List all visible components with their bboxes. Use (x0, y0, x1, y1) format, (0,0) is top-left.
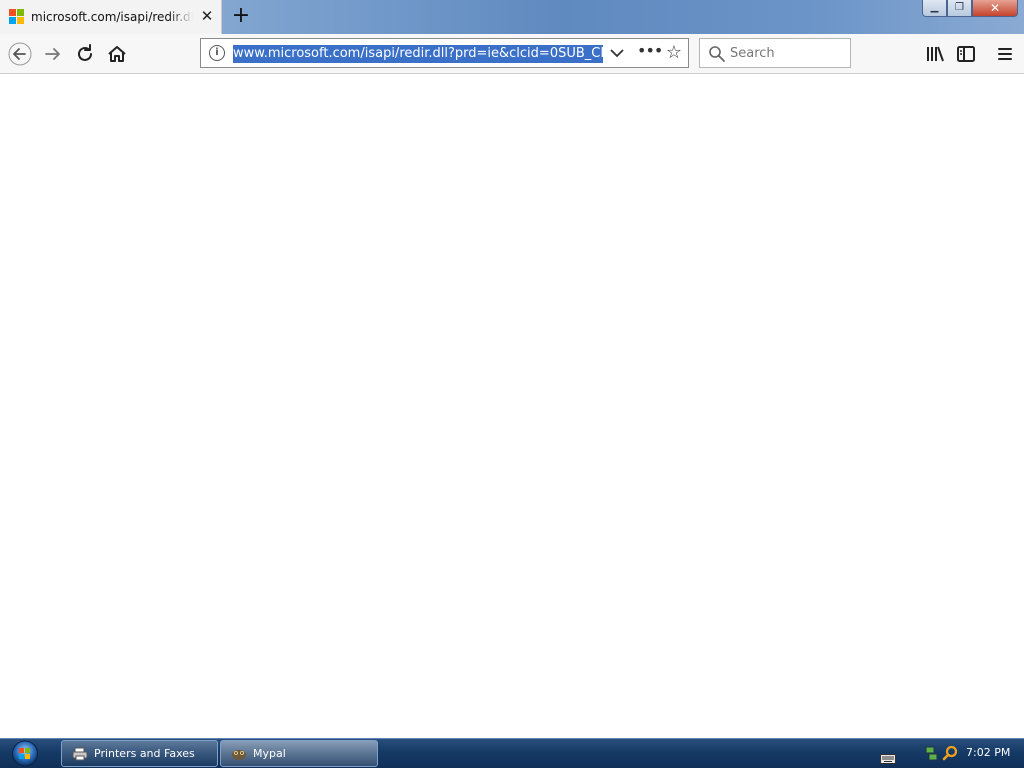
taskbar-button-printers[interactable]: Printers and Faxes (61, 740, 218, 767)
taskbar-button-label: Printers and Faxes (94, 747, 195, 760)
navigation-toolbar: i www.microsoft.com/isapi/redir.dll?prd=… (0, 34, 1024, 74)
microsoft-logo-icon (9, 9, 24, 24)
forward-arrow-icon[interactable] (41, 42, 65, 66)
search-input[interactable] (730, 44, 845, 62)
back-arrow-icon[interactable] (8, 42, 32, 66)
taskbar: Printers and Faxes Mypal 7:02 PM (0, 738, 1024, 768)
search-icon[interactable] (942, 745, 958, 761)
search-box[interactable] (699, 38, 851, 68)
taskbar-clock[interactable]: 7:02 PM (966, 746, 1010, 759)
new-tab-button[interactable]: + (229, 4, 253, 28)
page-actions-icon[interactable]: ••• (637, 42, 663, 64)
site-info-icon[interactable]: i (209, 45, 225, 61)
reload-icon[interactable] (73, 42, 97, 66)
chevron-down-icon[interactable] (608, 42, 626, 64)
taskbar-button-mypal[interactable]: Mypal (220, 740, 378, 767)
tab-strip: microsoft.com/isapi/redir.dll?prd=ie&clc… (0, 0, 1024, 34)
home-icon[interactable] (105, 42, 129, 66)
tab-active[interactable]: microsoft.com/isapi/redir.dll?prd=ie&clc… (0, 0, 222, 34)
search-icon (708, 45, 726, 63)
mypal-icon (231, 747, 247, 761)
library-icon[interactable] (923, 42, 947, 66)
taskbar-button-label: Mypal (253, 747, 286, 760)
keyboard-icon[interactable] (880, 749, 896, 764)
minimize-button[interactable]: ▁ (922, 0, 947, 17)
url-text[interactable]: www.microsoft.com/isapi/redir.dll?prd=ie… (233, 45, 603, 63)
restore-button[interactable]: ❐ (947, 0, 972, 17)
sidebar-icon[interactable] (954, 42, 978, 66)
printer-icon (72, 747, 88, 761)
menu-icon[interactable] (993, 42, 1017, 66)
page-content[interactable] (0, 74, 1024, 738)
bookmark-star-icon[interactable]: ☆ (664, 42, 684, 64)
window-controls: ▁ ❐ ✕ (922, 0, 1018, 18)
tab-title: microsoft.com/isapi/redir.dll?prd=ie&clc… (31, 10, 193, 24)
tab-close-icon[interactable]: ✕ (198, 7, 216, 25)
network-icon[interactable] (924, 745, 938, 761)
window-close-button[interactable]: ✕ (972, 0, 1018, 17)
url-bar[interactable]: i www.microsoft.com/isapi/redir.dll?prd=… (200, 38, 689, 68)
start-button[interactable] (8, 740, 42, 767)
